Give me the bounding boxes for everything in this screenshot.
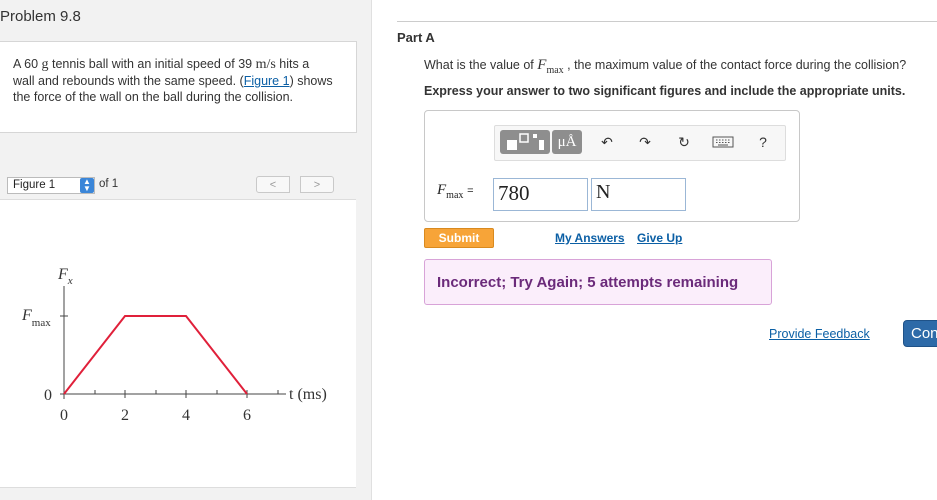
redo-button[interactable]: ↷ xyxy=(633,130,657,154)
divider xyxy=(397,21,937,22)
templates-button[interactable] xyxy=(500,130,550,154)
zero-label: 0 xyxy=(44,387,52,404)
give-up-link[interactable]: Give Up xyxy=(637,231,682,245)
prev-figure-button[interactable]: < xyxy=(256,176,290,193)
speed-unit: m/s xyxy=(255,57,276,72)
figure-count: of 1 xyxy=(99,178,119,190)
figure-area: Fx Fmax 0 t (ms) 0 2 4 6 xyxy=(0,199,356,488)
units-button[interactable]: μÅ xyxy=(552,130,582,154)
question-segment: What is the value of xyxy=(424,58,538,72)
feedback-message: Incorrect; Try Again; 5 attempts remaini… xyxy=(437,274,739,291)
provide-feedback-link[interactable]: Provide Feedback xyxy=(769,327,870,341)
question-text: What is the value of Fmax , the maximum … xyxy=(424,57,906,76)
y-axis-label: Fx xyxy=(57,266,73,287)
question-segment: , the maximum value of the contact force… xyxy=(563,58,907,72)
figure-select[interactable]: Figure 1 ▲ ▼ xyxy=(7,177,95,194)
submit-button[interactable]: Submit xyxy=(424,228,494,248)
chevron-left-icon: < xyxy=(269,179,277,191)
part-label: Part A xyxy=(397,30,435,45)
reset-icon: ↻ xyxy=(678,134,690,150)
x-tick-label: 4 xyxy=(182,407,190,424)
templates-icon xyxy=(507,133,544,150)
variable-subscript: max xyxy=(446,190,464,201)
variable-symbol: F xyxy=(437,182,447,198)
reset-button[interactable]: ↻ xyxy=(672,130,696,154)
x-tick-label: 2 xyxy=(121,407,129,424)
equals-sign: = xyxy=(467,185,474,197)
value-input[interactable]: 780 xyxy=(493,178,588,211)
problem-title: Problem 9.8 xyxy=(0,8,81,25)
my-answers-link[interactable]: My Answers xyxy=(555,231,625,245)
figure-select-value: Figure 1 xyxy=(13,179,56,191)
problem-text-segment: tennis ball with an initial speed of 39 xyxy=(48,57,256,71)
undo-button[interactable]: ↶ xyxy=(595,130,619,154)
instructions: Express your answer to two significant f… xyxy=(424,84,906,98)
x-tick-label: 0 xyxy=(60,407,68,424)
figure-link[interactable]: Figure 1 xyxy=(244,74,290,88)
redo-icon: ↷ xyxy=(639,134,651,150)
question-variable: Fmax xyxy=(537,57,564,76)
select-arrows-icon: ▲ ▼ xyxy=(80,178,94,193)
unit-input[interactable]: N xyxy=(591,178,686,211)
x-axis-label: t (ms) xyxy=(289,386,327,403)
problem-statement-box: A 60 g tennis ball with an initial speed… xyxy=(0,41,357,133)
figure-navigation: Figure 1 ▲ ▼ of 1 < > xyxy=(0,174,356,198)
mass-unit: g xyxy=(41,57,49,72)
force-time-graph: Fx Fmax 0 t (ms) 0 2 4 6 xyxy=(21,266,327,424)
answer-variable-label: Fmax = xyxy=(437,182,474,201)
next-figure-button[interactable]: > xyxy=(300,176,334,193)
undo-icon: ↶ xyxy=(601,134,613,150)
help-button[interactable]: ? xyxy=(753,130,773,154)
keyboard-button[interactable] xyxy=(710,130,736,154)
math-toolbar: μÅ ↶ ↷ ↻ ? xyxy=(494,125,786,161)
problem-statement: A 60 g tennis ball with an initial speed… xyxy=(13,56,333,105)
variable-subscript: max xyxy=(546,65,564,76)
continue-button[interactable]: Continue xyxy=(903,320,937,347)
fmax-label: Fmax xyxy=(21,307,51,329)
keyboard-icon xyxy=(712,136,734,148)
x-tick-label: 6 xyxy=(243,407,251,424)
chevron-right-icon: > xyxy=(313,179,321,191)
problem-text-segment: A 60 xyxy=(13,57,42,71)
feedback-box: Incorrect; Try Again; 5 attempts remaini… xyxy=(424,259,772,305)
force-curve xyxy=(63,315,248,395)
